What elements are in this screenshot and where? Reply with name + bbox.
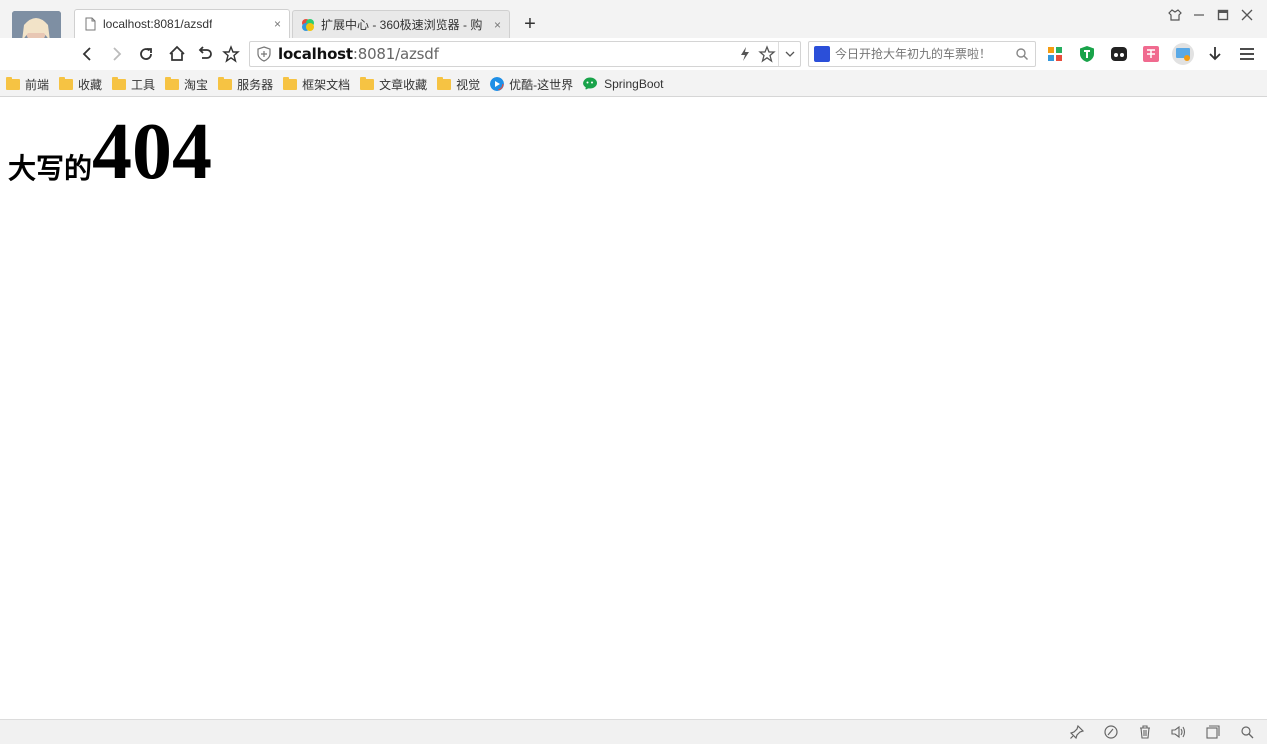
forward-icon xyxy=(113,47,122,61)
page-icon xyxy=(85,17,96,31)
bookmark-item[interactable]: 文章收藏 xyxy=(360,76,427,93)
undo-close-tab-button[interactable] xyxy=(194,43,216,65)
lightning-icon[interactable] xyxy=(734,42,756,66)
tab-localhost[interactable]: localhost:8081/azsdf × xyxy=(74,9,290,38)
back-button[interactable] xyxy=(77,43,99,65)
navigation-toolbar: localhost:8081/azsdf xyxy=(0,38,1267,70)
chevron-down-icon[interactable] xyxy=(778,42,800,66)
page-content: 大写的404 xyxy=(0,98,1267,719)
error-code: 404 xyxy=(92,108,213,196)
adblock-shield-icon[interactable] xyxy=(1076,43,1098,65)
bookmark-item[interactable]: 优酷-这世界 xyxy=(490,76,573,93)
bookmark-item[interactable]: SpringBoot xyxy=(583,77,664,91)
bookmark-item[interactable]: 淘宝 xyxy=(165,76,208,93)
address-bar-actions xyxy=(734,42,800,66)
home-icon xyxy=(169,45,185,61)
folder-icon xyxy=(165,76,180,90)
bookmark-label: 优酷-这世界 xyxy=(509,77,574,92)
new-tab-button[interactable]: + xyxy=(516,10,544,38)
download-icon[interactable] xyxy=(1204,43,1226,65)
bookmark-item[interactable]: 视觉 xyxy=(437,76,480,93)
bookmark-label: SpringBoot xyxy=(604,77,664,91)
tab-strip: localhost:8081/azsdf × 扩展中心 - 360极速浏览器 -… xyxy=(74,9,544,38)
forward-button[interactable] xyxy=(105,43,127,65)
skin-icon[interactable] xyxy=(1167,6,1183,24)
screenshot-extension-icon[interactable] xyxy=(1172,43,1194,65)
trash-icon[interactable] xyxy=(1135,724,1155,740)
bookmark-label: 淘宝 xyxy=(184,77,209,92)
back-icon xyxy=(82,47,91,61)
url-text: localhost:8081/azsdf xyxy=(278,45,439,63)
volume-icon[interactable] xyxy=(1169,724,1189,740)
tab-close-icon[interactable]: × xyxy=(274,17,281,31)
folder-icon xyxy=(218,76,233,90)
url-host: localhost xyxy=(278,45,353,63)
bookmark-label: 收藏 xyxy=(78,77,103,92)
extension-toolbar xyxy=(1044,43,1258,65)
search-input[interactable] xyxy=(835,47,1010,61)
zoom-icon[interactable] xyxy=(1237,724,1257,740)
apps-grid-icon[interactable] xyxy=(1044,43,1066,65)
folder-icon xyxy=(437,76,452,90)
undo-icon xyxy=(198,46,212,59)
pin-icon[interactable] xyxy=(1067,724,1087,740)
browser-chrome: localhost:8081/azsdf × 扩展中心 - 360极速浏览器 -… xyxy=(0,0,1267,97)
baidu-engine-icon[interactable] xyxy=(814,46,830,62)
tab-title: 扩展中心 - 360极速浏览器 - 购 xyxy=(321,18,483,32)
maximize-icon[interactable] xyxy=(1215,6,1231,24)
minimize-icon[interactable] xyxy=(1191,6,1207,24)
ticket-extension-icon[interactable] xyxy=(1140,43,1162,65)
address-bar[interactable]: localhost:8081/azsdf xyxy=(249,41,801,67)
bookmark-label: 前端 xyxy=(25,77,50,92)
search-box[interactable] xyxy=(808,41,1036,67)
star-icon xyxy=(222,45,240,63)
shield-icon xyxy=(257,46,271,62)
reload-button[interactable] xyxy=(135,43,157,65)
search-icon[interactable] xyxy=(1015,47,1029,61)
status-icons xyxy=(1067,724,1257,740)
tab-extension-center[interactable]: 扩展中心 - 360极速浏览器 - 购 × xyxy=(292,10,510,38)
bookmark-star-icon[interactable] xyxy=(756,42,778,66)
home-button[interactable] xyxy=(166,43,188,65)
folder-icon xyxy=(112,76,127,90)
page-heading: 大写的404 xyxy=(8,112,212,192)
url-path: :8081/azsdf xyxy=(352,45,439,63)
window-restore-icon[interactable] xyxy=(1203,724,1223,740)
tab-title: localhost:8081/azsdf xyxy=(103,17,213,31)
bookmark-label: 文章收藏 xyxy=(379,77,428,92)
close-window-icon[interactable] xyxy=(1239,6,1255,24)
bookmark-item[interactable]: 前端 xyxy=(6,76,49,93)
bookmark-item[interactable]: 收藏 xyxy=(59,76,102,93)
bookmark-label: 视觉 xyxy=(456,77,481,92)
bookmark-item[interactable]: 工具 xyxy=(112,76,155,93)
gamepad-extension-icon[interactable] xyxy=(1108,43,1130,65)
heading-prefix: 大写的 xyxy=(8,154,93,185)
window-controls xyxy=(1167,6,1255,24)
reload-icon xyxy=(140,48,152,60)
favorite-button[interactable] xyxy=(220,43,242,65)
folder-icon xyxy=(360,76,375,90)
status-bar xyxy=(0,719,1267,744)
folder-icon xyxy=(283,76,298,90)
bookmark-item[interactable]: 框架文档 xyxy=(283,76,350,93)
menu-icon[interactable] xyxy=(1236,43,1258,65)
bookmarks-bar: 前端 收藏 工具 淘宝 服务器 框架文档 文章收藏 视觉 优酷-这世界 Spri… xyxy=(0,72,1267,96)
extension-center-icon xyxy=(302,18,314,31)
bookmark-item[interactable]: 服务器 xyxy=(218,76,273,93)
bookmark-label: 服务器 xyxy=(237,77,274,92)
folder-icon xyxy=(6,76,20,90)
youku-icon xyxy=(490,77,505,91)
speed-icon[interactable] xyxy=(1101,724,1121,740)
wechat-icon xyxy=(583,77,598,90)
folder-icon xyxy=(59,76,74,90)
tab-close-icon[interactable]: × xyxy=(494,18,501,32)
bookmark-label: 工具 xyxy=(131,77,156,92)
bookmark-label: 框架文档 xyxy=(302,77,351,92)
